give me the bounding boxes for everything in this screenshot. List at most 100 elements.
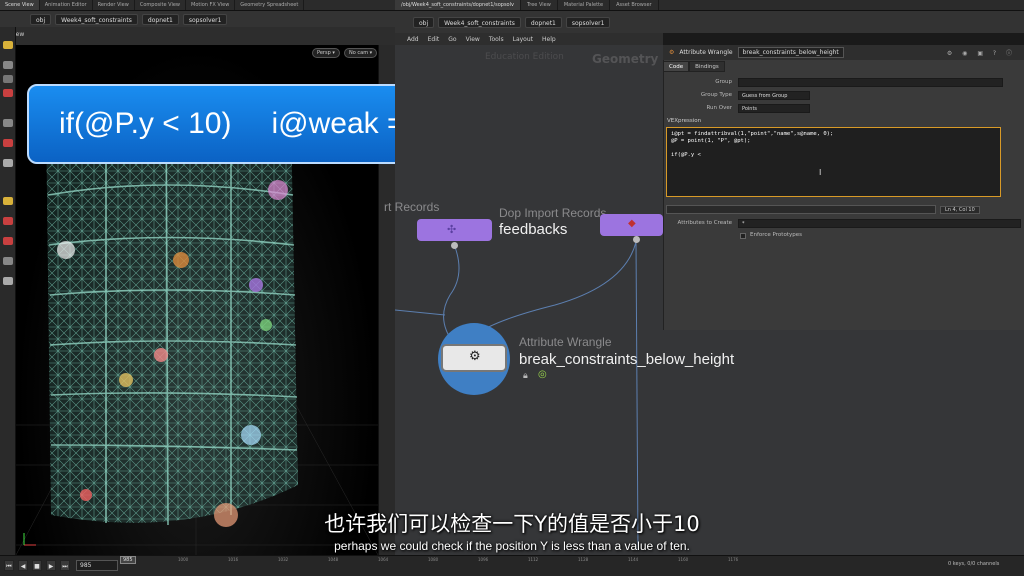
menu-layout[interactable]: Layout [513,36,533,43]
view-label: View [0,27,395,45]
input-node-output[interactable] [633,236,640,243]
group-label: Group [715,79,732,85]
step-back-icon[interactable]: ◀ [18,560,28,571]
rotate-tool-icon[interactable] [3,75,13,83]
right-crumb-sopsolver[interactable]: sopsolver1 [565,16,611,28]
sopsolver-input-node[interactable]: ◆ [600,214,663,236]
right-crumb-obj[interactable]: obj [413,16,435,28]
current-frame-field[interactable]: 985 [76,560,118,571]
light-tool-icon[interactable] [3,197,13,205]
right-pane-tabs: /obj/Week4_soft_constraints/dopnet1/sops… [395,0,1024,11]
timeline-tick: 1064 [378,557,389,562]
timeline-tick: 1048 [328,557,339,562]
callout-condition: if(@P.y < 10) [59,107,232,140]
persp-menu[interactable]: Persp ▾ [312,48,340,58]
left-crumb-week4[interactable]: Week4_soft_constraints [55,13,138,25]
group-field[interactable] [738,78,1003,87]
network-menu-bar: Add Edit Go View Tools Layout Help [395,33,663,45]
frame-marker[interactable]: 985 [120,556,136,564]
education-watermark: Education Edition [485,52,564,62]
menu-view[interactable]: View [466,36,480,43]
subtitle-chinese: 也许我们可以检查一下Y的值是否小于10 [324,512,700,536]
bypass-status-icon[interactable]: ◎ [538,369,547,380]
left-crumb-sopsolver[interactable]: sopsolver1 [182,13,228,25]
menu-add[interactable]: Add [407,36,419,43]
go-end-icon[interactable]: ⏭ [60,560,70,571]
wrangle-name: break_constraints_below_height [519,351,735,368]
editor-status-bar [666,205,936,214]
enforce-checkbox[interactable] [740,233,746,239]
right-crumb-dopnet[interactable]: dopnet1 [524,16,562,28]
tab-animation-editor[interactable]: Animation Editor [40,0,93,10]
select-tool-icon[interactable] [3,41,13,49]
left-pane-tabs: Scene View Animation Editor Render View … [0,0,395,11]
right-crumb-week4[interactable]: Week4_soft_constraints [438,16,521,28]
tab-material-palette[interactable]: Material Palette [558,0,611,10]
partial-node-title: rt Records [384,200,440,214]
dop-import-title: Dop Import Records [499,206,607,220]
wrangle-node-icon: ⚙ [469,349,481,364]
camera-menu[interactable]: No cam ▾ [344,48,378,58]
parameter-tabs: Code Bindings [663,61,725,72]
vex-code-editor[interactable]: i@pt = findattribval(1,"point","name",s@… [666,127,1001,197]
timeline-bar[interactable] [0,555,1024,576]
group-type-select[interactable]: Guess from Group [738,91,810,100]
move-tool-icon[interactable] [3,61,13,69]
tab-scene-view[interactable]: Scene View [0,0,40,10]
left-tool-strip [0,27,16,555]
param-node-name[interactable]: break_constraints_below_height [737,47,844,58]
handle-tool-icon[interactable] [3,119,13,127]
menu-help[interactable]: Help [542,36,556,43]
go-start-icon[interactable]: ⏮ [4,560,14,571]
vexpression-label: VEXpression [667,118,702,124]
timeline-tick: 1144 [628,557,639,562]
subtitle-english: perhaps we could check if the position Y… [334,539,690,553]
play-icon[interactable]: ▶ [46,560,56,571]
dop-import-node[interactable]: ✣ [417,219,492,241]
header-tool-icons[interactable]: ⚙ ◉ ▣ ? ⓘ [947,48,1016,57]
tab-network-path[interactable]: /obj/Week4_soft_constraints/dopnet1/sops… [395,0,521,10]
timeline-tick: 1080 [428,557,439,562]
attr-create-label: Attributes to Create [677,220,732,226]
run-over-label: Run Over [706,105,732,111]
dop-import-output[interactable] [451,242,458,249]
menu-tools[interactable]: Tools [489,36,504,43]
menu-go[interactable]: Go [448,36,456,43]
left-path-bar: obj Week4_soft_constraints dopnet1 sopso… [0,11,395,27]
attr-create-field[interactable]: * [738,219,1021,228]
timeline-tick: 1128 [578,557,589,562]
tab-bindings[interactable]: Bindings [689,61,725,72]
scale-tool-icon[interactable] [3,89,13,97]
context-watermark: Geometry [592,52,659,66]
group-type-label: Group Type [700,92,732,98]
dop-import-icon: ✣ [447,223,457,236]
menu-edit[interactable]: Edit [428,36,440,43]
view-tool-icon[interactable] [3,159,13,167]
tab-tree-view[interactable]: Tree View [521,0,558,10]
stop-icon[interactable]: ■ [32,560,42,571]
display-icon[interactable] [3,277,13,285]
tab-render-view[interactable]: Render View [93,0,135,10]
magnet-icon[interactable] [3,237,13,245]
camera-icon[interactable] [3,257,13,265]
text-cursor-icon: I [819,168,822,177]
left-crumb-obj[interactable]: obj [30,13,52,25]
tab-geometry-spreadsheet[interactable]: Geometry Spreadsheet [235,0,305,10]
tab-motion-fx-view[interactable]: Motion FX View [186,0,236,10]
wrangle-node[interactable]: ⚙ [441,344,507,372]
enforce-label: Enforce Prototypes [750,232,802,238]
param-node-type: Attribute Wrangle [679,49,733,56]
left-crumb-dopnet[interactable]: dopnet1 [141,13,179,25]
tab-code[interactable]: Code [663,61,690,72]
tab-asset-browser[interactable]: Asset Browser [610,0,659,10]
input-node-icon: ◆ [628,218,636,229]
snap-tool-icon[interactable] [3,217,13,225]
line-column-indicator: Ln 4, Col 10 [940,206,980,214]
run-over-select[interactable]: Points [738,104,810,113]
wrangle-title: Attribute Wrangle [519,335,612,349]
timeline-tick: 1000 [178,557,189,562]
tab-composite-view[interactable]: Composite View [135,0,186,10]
lock-icon[interactable]: 🔒︎ [523,371,528,381]
pose-tool-icon[interactable] [3,139,13,147]
timeline-tick: 1160 [678,557,689,562]
